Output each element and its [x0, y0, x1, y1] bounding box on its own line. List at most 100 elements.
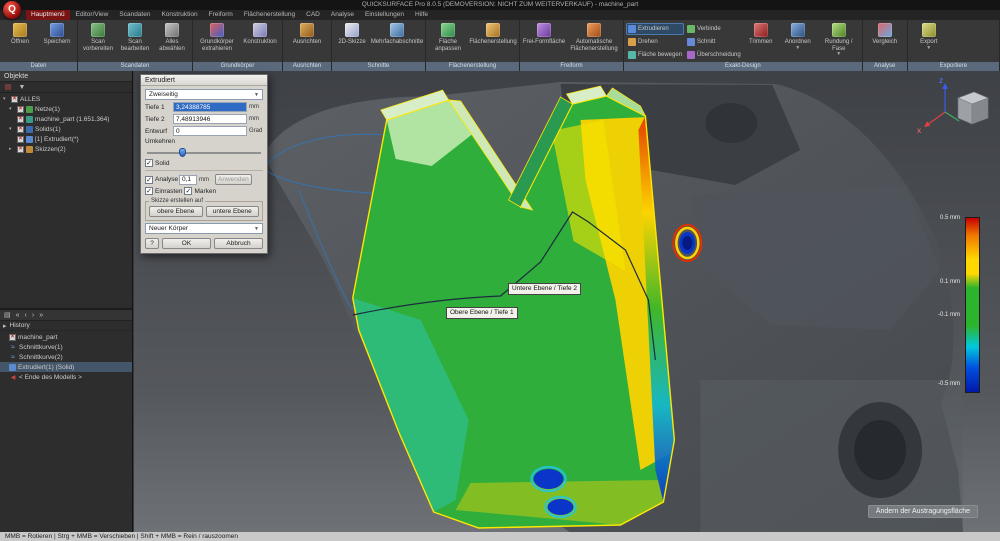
- pattern-button[interactable]: Anordnen ▼: [779, 21, 817, 61]
- menu-tab-einstellungen[interactable]: Einstellungen: [360, 10, 409, 20]
- group-label-schnitte: Schnitte: [332, 62, 425, 71]
- deselect-all-button[interactable]: Alles abwählen: [154, 21, 190, 61]
- apply-button[interactable]: Anwenden: [215, 174, 252, 185]
- history-item-schnittkurve-2[interactable]: ≈ Schnittkurve(2): [0, 352, 132, 362]
- tree-item-netze[interactable]: ▾ × Netze(1): [0, 104, 132, 114]
- tree-item-machine-part[interactable]: × machine_part (1.651.364): [0, 114, 132, 124]
- compare-button[interactable]: Vergleich: [865, 21, 905, 61]
- visibility-checkbox[interactable]: ×: [17, 106, 24, 113]
- menu-tab-cad[interactable]: CAD: [301, 10, 325, 20]
- tree-item-label: machine_part (1.651.364): [35, 116, 109, 123]
- history-item-end-marker[interactable]: ◀ < Ende des Modells >: [0, 372, 132, 382]
- upper-plane-button[interactable]: obere Ebene: [149, 206, 203, 217]
- history-item-extrudiert[interactable]: Extrudiert(1) (Solid): [0, 362, 132, 372]
- expand-icon[interactable]: ▾: [9, 106, 15, 112]
- extract-primitive-button[interactable]: Grundkörper extrahieren: [195, 21, 239, 61]
- history-panel: ▤ « ‹ › » ▸ History × machine_part ≈ Sch…: [0, 310, 132, 532]
- group-label-exakt-design: Exakt-Design: [624, 62, 862, 71]
- scan-prepare-button[interactable]: Scan vorbereiten: [80, 21, 116, 61]
- boolean-union-button[interactable]: Verbinde: [685, 23, 743, 35]
- visibility-checkbox[interactable]: ×: [17, 136, 24, 143]
- cancel-button[interactable]: Abbruch: [214, 238, 263, 249]
- history-item-machine-part[interactable]: × machine_part: [0, 332, 132, 342]
- boolean-intersect-button[interactable]: Überschneidung: [685, 49, 743, 61]
- ribbon-group-exportiere: Export ▼ Exportiere: [908, 20, 1000, 71]
- slider-knob[interactable]: [179, 148, 186, 157]
- history-prev-icon[interactable]: ‹: [25, 312, 27, 319]
- visibility-checkbox[interactable]: ×: [17, 126, 24, 133]
- analysis-checkbox[interactable]: ✓: [145, 176, 153, 184]
- menu-tab-hauptmenu[interactable]: Hauptmenü: [26, 10, 70, 20]
- extrude-button[interactable]: Extrudieren: [626, 23, 684, 35]
- mesh-display-icon[interactable]: ▤: [3, 83, 13, 91]
- lower-plane-handle[interactable]: Untere Ebene / Tiefe 2: [508, 283, 581, 295]
- move-face-button[interactable]: Fläche bewegen: [626, 49, 684, 61]
- scan-edit-icon: [128, 23, 142, 37]
- field-label: Tiefe 2: [145, 116, 171, 123]
- open-button[interactable]: Öffnen: [2, 21, 38, 61]
- menu-tab-flaechenerstellung[interactable]: Flächenerstellung: [239, 10, 300, 20]
- visibility-checkbox[interactable]: ×: [17, 116, 24, 123]
- solid-checkbox[interactable]: ✓: [145, 159, 153, 167]
- boolean-cut-button[interactable]: Schnitt: [685, 36, 743, 48]
- sketch-2d-button[interactable]: 2D-Skizze: [334, 21, 370, 61]
- freeform-surface-button[interactable]: Frei-Formfläche: [522, 21, 566, 61]
- depth2-input[interactable]: [173, 114, 247, 124]
- tree-item-alles[interactable]: ▾ × ALLES: [0, 94, 132, 104]
- multi-sections-button[interactable]: Mehrfachabschnitte: [371, 21, 423, 61]
- deviation-color-bar: [965, 217, 980, 393]
- menu-tab-scandaten[interactable]: Scandaten: [114, 10, 155, 20]
- mode-select[interactable]: Zweiseitig ▼: [145, 89, 263, 100]
- auto-surface-button[interactable]: Automatische Flächenerstellung: [567, 21, 621, 61]
- menu-tab-freiform[interactable]: Freiform: [204, 10, 238, 20]
- tree-item-skizzen[interactable]: ▸ × Skizzen(2): [0, 144, 132, 154]
- body-select[interactable]: Neuer Körper ▼: [145, 223, 263, 234]
- expand-icon[interactable]: ▾: [3, 96, 9, 102]
- fillet-chamfer-button[interactable]: Rundung / Fase ▼: [818, 21, 860, 61]
- snap-checkbox[interactable]: ✓: [145, 187, 153, 195]
- export-button[interactable]: Export ▼: [910, 21, 948, 61]
- help-button[interactable]: ?: [145, 238, 159, 249]
- construction-button[interactable]: Konstruktion: [240, 21, 280, 61]
- trim-button[interactable]: Trimmen: [744, 21, 778, 61]
- surface-creation-button[interactable]: Flächenerstellung: [469, 21, 517, 61]
- visibility-checkbox[interactable]: ×: [17, 146, 24, 153]
- collapse-icon[interactable]: ▸: [9, 146, 15, 152]
- upper-plane-handle[interactable]: Obere Ebene / Tiefe 1: [446, 307, 518, 319]
- app-logo[interactable]: Q: [3, 1, 21, 19]
- menu-tab-analyse[interactable]: Analyse: [326, 10, 359, 20]
- reverse-slider[interactable]: [147, 147, 261, 157]
- visibility-checkbox[interactable]: ×: [9, 334, 16, 341]
- tree-item-extrudiert[interactable]: × [1] Extrudiert(*): [0, 134, 132, 144]
- history-next-icon[interactable]: ›: [32, 312, 34, 319]
- expand-icon[interactable]: ▾: [9, 126, 15, 132]
- history-item-schnittkurve-1[interactable]: ≈ Schnittkurve(1): [0, 342, 132, 352]
- button-label: Grundkörper extrahieren: [195, 39, 239, 52]
- sketch-2d-icon: [345, 23, 359, 37]
- visibility-checkbox[interactable]: ×: [11, 96, 18, 103]
- history-icon: ▸: [3, 322, 7, 330]
- align-button[interactable]: Ausrichten: [285, 21, 329, 61]
- menu-tab-editor-view[interactable]: Editor/View: [71, 10, 114, 20]
- history-last-icon[interactable]: »: [39, 312, 43, 319]
- revolve-button[interactable]: Drehen: [626, 36, 684, 48]
- history-first-icon[interactable]: «: [16, 312, 20, 319]
- view-cube[interactable]: [958, 92, 988, 124]
- lower-plane-button[interactable]: untere Ebene: [206, 206, 260, 217]
- boolean-union-icon: [687, 25, 695, 33]
- history-list-icon[interactable]: ▤: [4, 311, 11, 319]
- analysis-tolerance-input[interactable]: [179, 175, 197, 185]
- save-button[interactable]: Speichern: [39, 21, 75, 61]
- ok-button[interactable]: OK: [162, 238, 211, 249]
- tree-item-solids[interactable]: ▾ × Solids(1): [0, 124, 132, 134]
- scan-edit-button[interactable]: Scan bearbeiten: [117, 21, 153, 61]
- depth1-input[interactable]: [173, 102, 247, 112]
- dialog-title[interactable]: Extrudiert: [141, 75, 267, 86]
- menu-tab-konstruktion[interactable]: Konstruktion: [156, 10, 202, 20]
- ribbon-group-freiform: Frei-Formfläche Automatische Flächenerst…: [520, 20, 624, 71]
- filter-icon[interactable]: ▼: [17, 84, 27, 91]
- fit-surface-button[interactable]: Fläche anpassen: [428, 21, 468, 61]
- menu-tab-hilfe[interactable]: Hilfe: [410, 10, 433, 20]
- draft-angle-input[interactable]: [173, 126, 247, 136]
- marks-checkbox[interactable]: ✓: [184, 187, 192, 195]
